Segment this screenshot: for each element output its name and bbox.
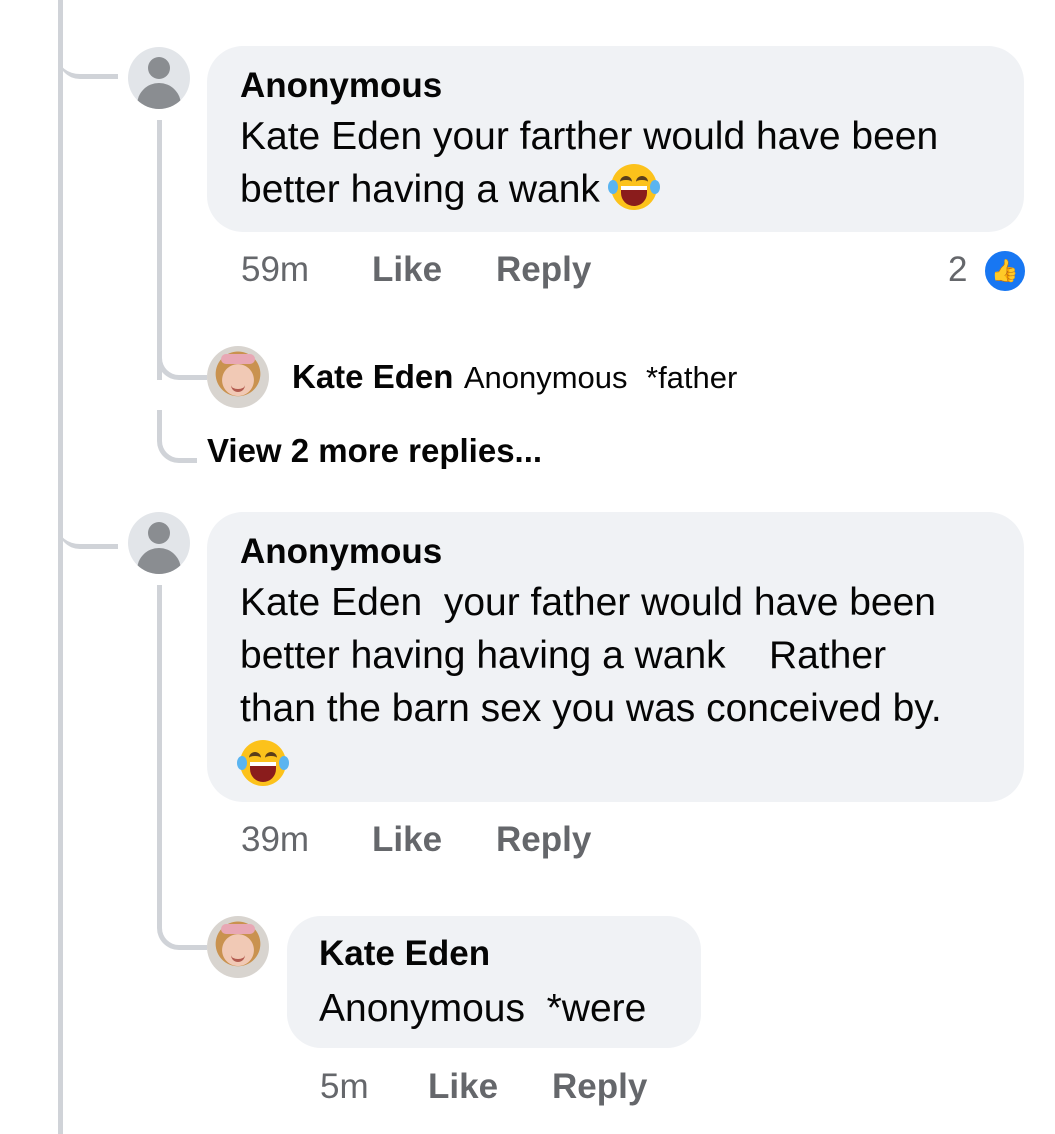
comment-time[interactable]: 59m xyxy=(241,250,309,290)
comment-time[interactable]: 39m xyxy=(241,820,309,860)
kate-eden-avatar[interactable] xyxy=(207,346,269,408)
thread-connector xyxy=(58,30,118,79)
reply-connector xyxy=(157,330,207,380)
thumbs-up-icon: 👍 xyxy=(982,248,1028,294)
like-button[interactable]: Like xyxy=(372,250,442,290)
reply-text: *father xyxy=(646,360,738,395)
reply-button[interactable]: Reply xyxy=(496,250,591,290)
reply-mention[interactable]: Anonymous xyxy=(319,987,525,1030)
reply-connector xyxy=(157,410,197,463)
reply-time[interactable]: 5m xyxy=(320,1067,369,1107)
comment-author[interactable]: Anonymous xyxy=(240,66,442,106)
reply-author[interactable]: Kate Eden xyxy=(319,934,490,974)
comment-text: Kate Eden your father would have been be… xyxy=(240,581,942,730)
reply-thread-line xyxy=(157,585,162,905)
comment-bubble: Anonymous Kate Eden your father would ha… xyxy=(207,512,1024,802)
thread-connector xyxy=(58,500,118,549)
reply-author: Kate Eden xyxy=(292,358,454,395)
anonymous-avatar[interactable] xyxy=(128,47,190,109)
kate-eden-avatar[interactable] xyxy=(207,916,269,978)
reply-preview[interactable]: Kate Eden Anonymous *father xyxy=(292,358,737,396)
anonymous-avatar[interactable] xyxy=(128,512,190,574)
reply-button[interactable]: Reply xyxy=(496,820,591,860)
tears-of-joy-emoji-icon xyxy=(237,740,289,786)
reply-connector xyxy=(157,900,207,950)
reply-bubble: Kate Eden Anonymous *were xyxy=(287,916,701,1048)
like-button[interactable]: Like xyxy=(428,1067,498,1107)
comment-author[interactable]: Anonymous xyxy=(240,532,442,572)
like-button[interactable]: Like xyxy=(372,820,442,860)
reply-text: Anonymous *were xyxy=(319,987,647,1030)
view-more-replies-link[interactable]: View 2 more replies... xyxy=(207,432,542,470)
comment-bubble: Anonymous Kate Eden your farther would h… xyxy=(207,46,1024,232)
main-thread-line xyxy=(58,0,63,1134)
comment-text: Kate Eden your farther would have been b… xyxy=(240,115,939,211)
reply-mention: Anonymous xyxy=(463,360,628,395)
tears-of-joy-emoji-icon xyxy=(607,164,660,210)
reaction-count: 2 xyxy=(948,250,968,289)
reply-button[interactable]: Reply xyxy=(552,1067,647,1107)
